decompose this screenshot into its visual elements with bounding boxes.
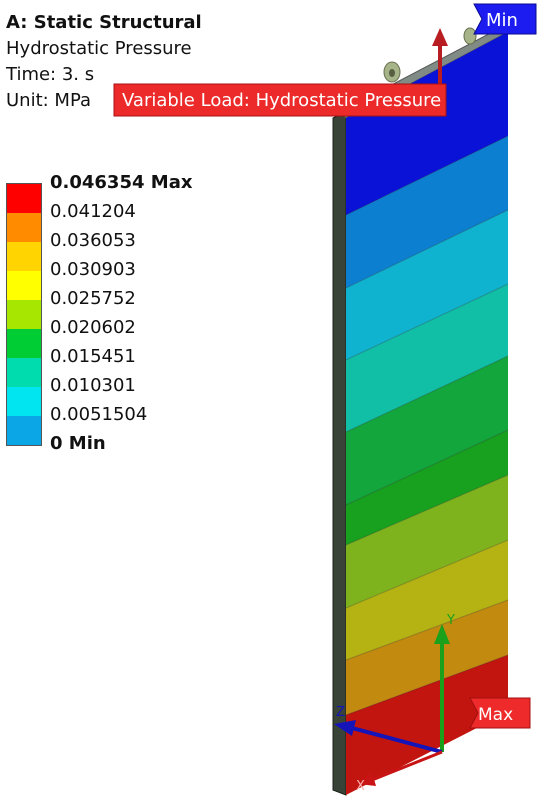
load-callout-label: Variable Load: Hydrostatic Pressure <box>122 90 441 111</box>
pressure-bands <box>346 32 508 795</box>
plate-edge <box>332 111 347 796</box>
x-axis-label: X <box>356 779 365 794</box>
min-callout[interactable]: Min <box>473 3 537 35</box>
y-axis-label: Y <box>446 613 455 628</box>
model-viewport[interactable]: Variable Load: Hydrostatic Pressure Min … <box>0 0 546 800</box>
max-callout[interactable]: Max <box>469 697 531 729</box>
z-axis-label: Z <box>336 705 345 720</box>
min-callout-label: Min <box>486 10 518 31</box>
max-callout-label: Max <box>478 705 513 725</box>
load-callout[interactable]: Variable Load: Hydrostatic Pressure <box>113 83 447 117</box>
